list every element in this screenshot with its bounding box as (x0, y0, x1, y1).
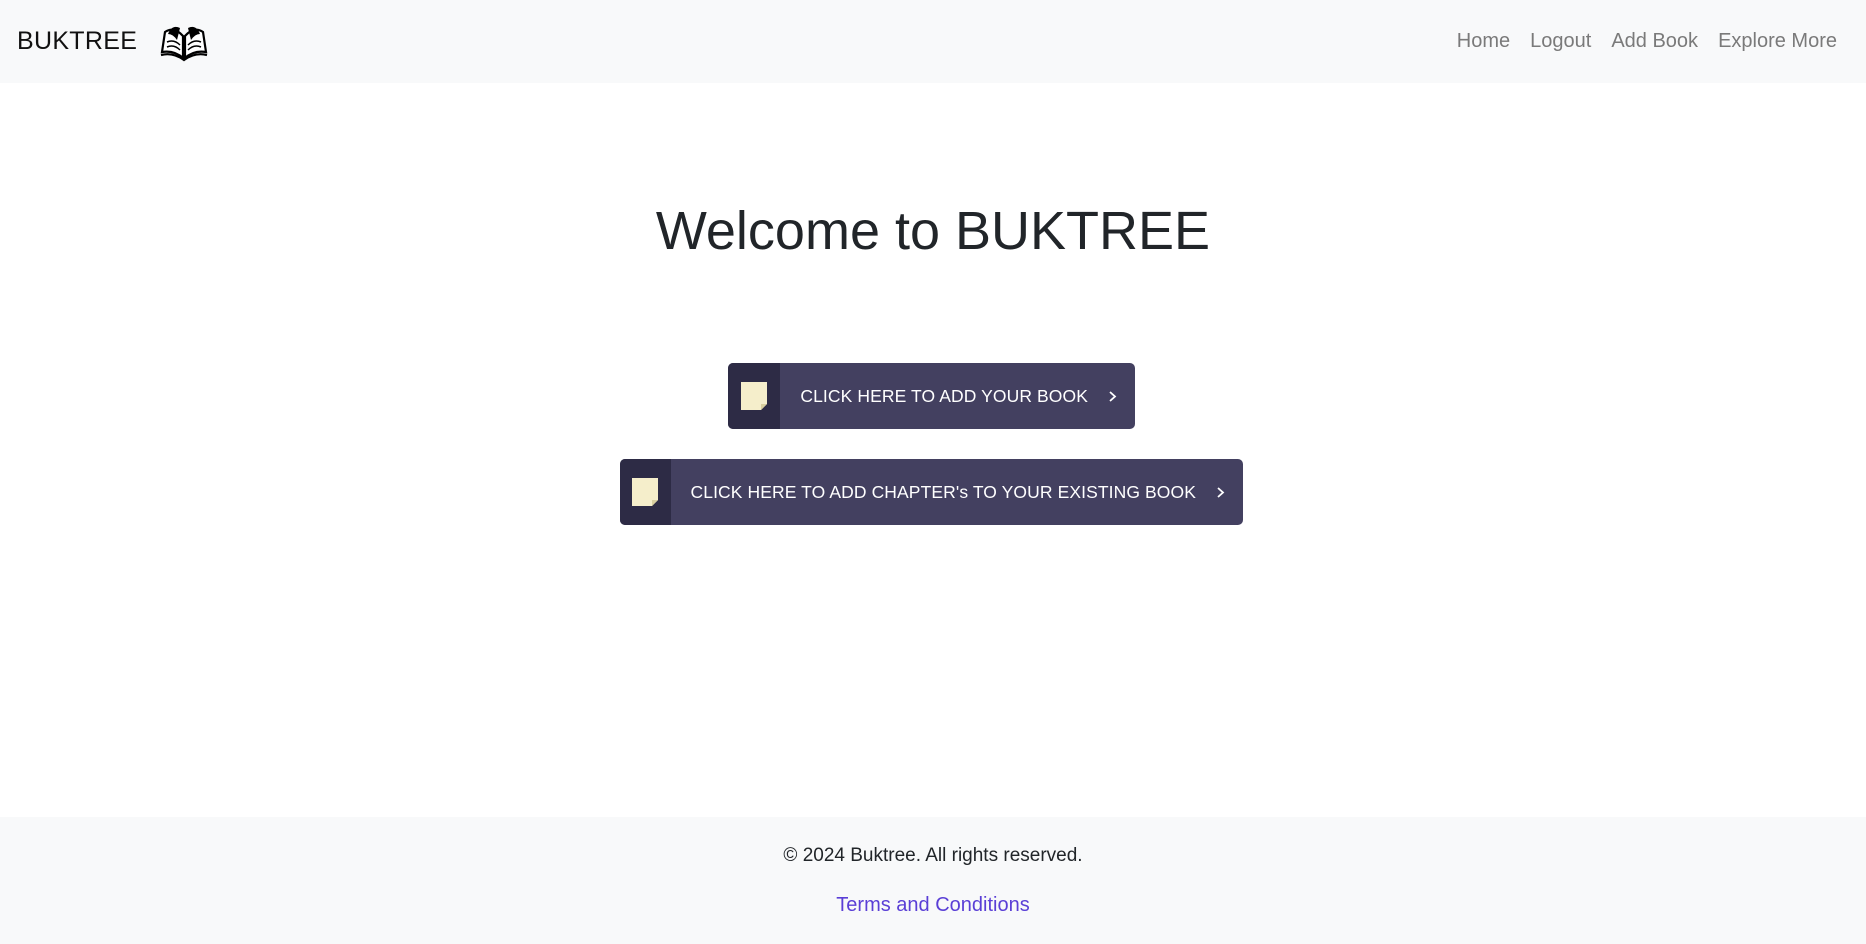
nav-link-home[interactable]: Home (1457, 30, 1510, 53)
chevron-right-icon (1216, 459, 1243, 525)
footer: © 2024 Buktree. All rights reserved. Ter… (0, 817, 1866, 944)
add-chapter-button-icon-box (620, 459, 671, 525)
book-logo-icon (160, 26, 208, 61)
nav-link-add-book[interactable]: Add Book (1611, 30, 1698, 53)
add-book-button-label: CLICK HERE TO ADD YOUR BOOK (800, 385, 1088, 406)
add-book-button-icon-box (728, 363, 781, 429)
add-chapter-button[interactable]: CLICK HERE TO ADD CHAPTER's TO YOUR EXIS… (620, 459, 1243, 525)
copyright-text: © 2024 Buktree. All rights reserved. (783, 845, 1083, 866)
nav-link-logout[interactable]: Logout (1530, 30, 1591, 53)
nav-link-explore-more[interactable]: Explore More (1718, 30, 1837, 53)
nav-links: Home Logout Add Book Explore More (1457, 30, 1849, 53)
note-icon (741, 382, 768, 410)
chevron-right-icon (1108, 363, 1135, 429)
add-chapter-button-label: CLICK HERE TO ADD CHAPTER's TO YOUR EXIS… (690, 481, 1196, 502)
navbar: BUKTREE Home Logout Add Book Explore Mor… (0, 0, 1866, 83)
terms-link[interactable]: Terms and Conditions (0, 894, 1866, 917)
page-title: Welcome to BUKTREE (655, 201, 1211, 261)
add-book-button[interactable]: CLICK HERE TO ADD YOUR BOOK (728, 363, 1135, 429)
note-icon (632, 478, 659, 506)
brand-name[interactable]: BUKTREE (17, 27, 137, 56)
brand[interactable]: BUKTREE (17, 22, 209, 62)
